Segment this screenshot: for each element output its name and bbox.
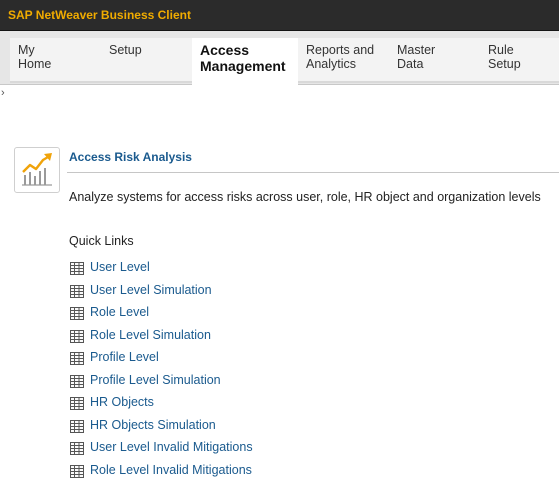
- quick-link-label[interactable]: User Level Simulation: [90, 283, 212, 297]
- quick-link-label[interactable]: Profile Level: [90, 350, 159, 364]
- quick-link-label[interactable]: HR Objects: [90, 395, 154, 409]
- quick-link-label[interactable]: Role Level: [90, 305, 149, 319]
- title-divider: [67, 172, 559, 173]
- app-title: SAP NetWeaver Business Client: [8, 8, 191, 22]
- quick-links-heading: Quick Links: [69, 234, 134, 248]
- quick-link-label[interactable]: Role Level Simulation: [90, 328, 211, 342]
- tab-setup[interactable]: Setup: [101, 38, 192, 83]
- title-bar: SAP NetWeaver Business Client: [0, 0, 559, 31]
- chart-trend-icon: [14, 147, 60, 193]
- tab-master-data[interactable]: Master Data: [389, 38, 480, 83]
- active-tab-indicator: [239, 85, 251, 91]
- quick-link-label[interactable]: User Level Invalid Mitigations: [90, 440, 253, 454]
- tab-label: Reports and Analytics: [306, 43, 375, 71]
- quick-link-label[interactable]: Profile Level Simulation: [90, 373, 221, 387]
- expand-navigation-arrow-icon[interactable]: ›: [1, 88, 5, 99]
- tab-my-home[interactable]: My Home: [10, 38, 101, 83]
- tab-label: Access Management: [200, 42, 286, 74]
- tab-reports-and-analytics[interactable]: Reports and Analytics: [298, 38, 389, 83]
- tab-label: Rule Setup: [488, 43, 521, 71]
- quick-link-label[interactable]: Role Level Invalid Mitigations: [90, 463, 252, 477]
- tab-label: Setup: [109, 43, 142, 57]
- quick-link-label[interactable]: HR Objects Simulation: [90, 418, 216, 432]
- tab-access-management[interactable]: Access Management: [192, 38, 298, 91]
- page-description: Analyze systems for access risks across …: [69, 190, 541, 204]
- tab-rule-setup[interactable]: Rule Setup: [480, 38, 559, 83]
- top-navigation: My Home Setup Access Management Reports …: [0, 31, 559, 91]
- page-title[interactable]: Access Risk Analysis: [69, 150, 192, 164]
- quick-link-label[interactable]: User Level: [90, 260, 150, 274]
- tab-label: My Home: [18, 43, 52, 71]
- tab-label: Master Data: [397, 43, 436, 71]
